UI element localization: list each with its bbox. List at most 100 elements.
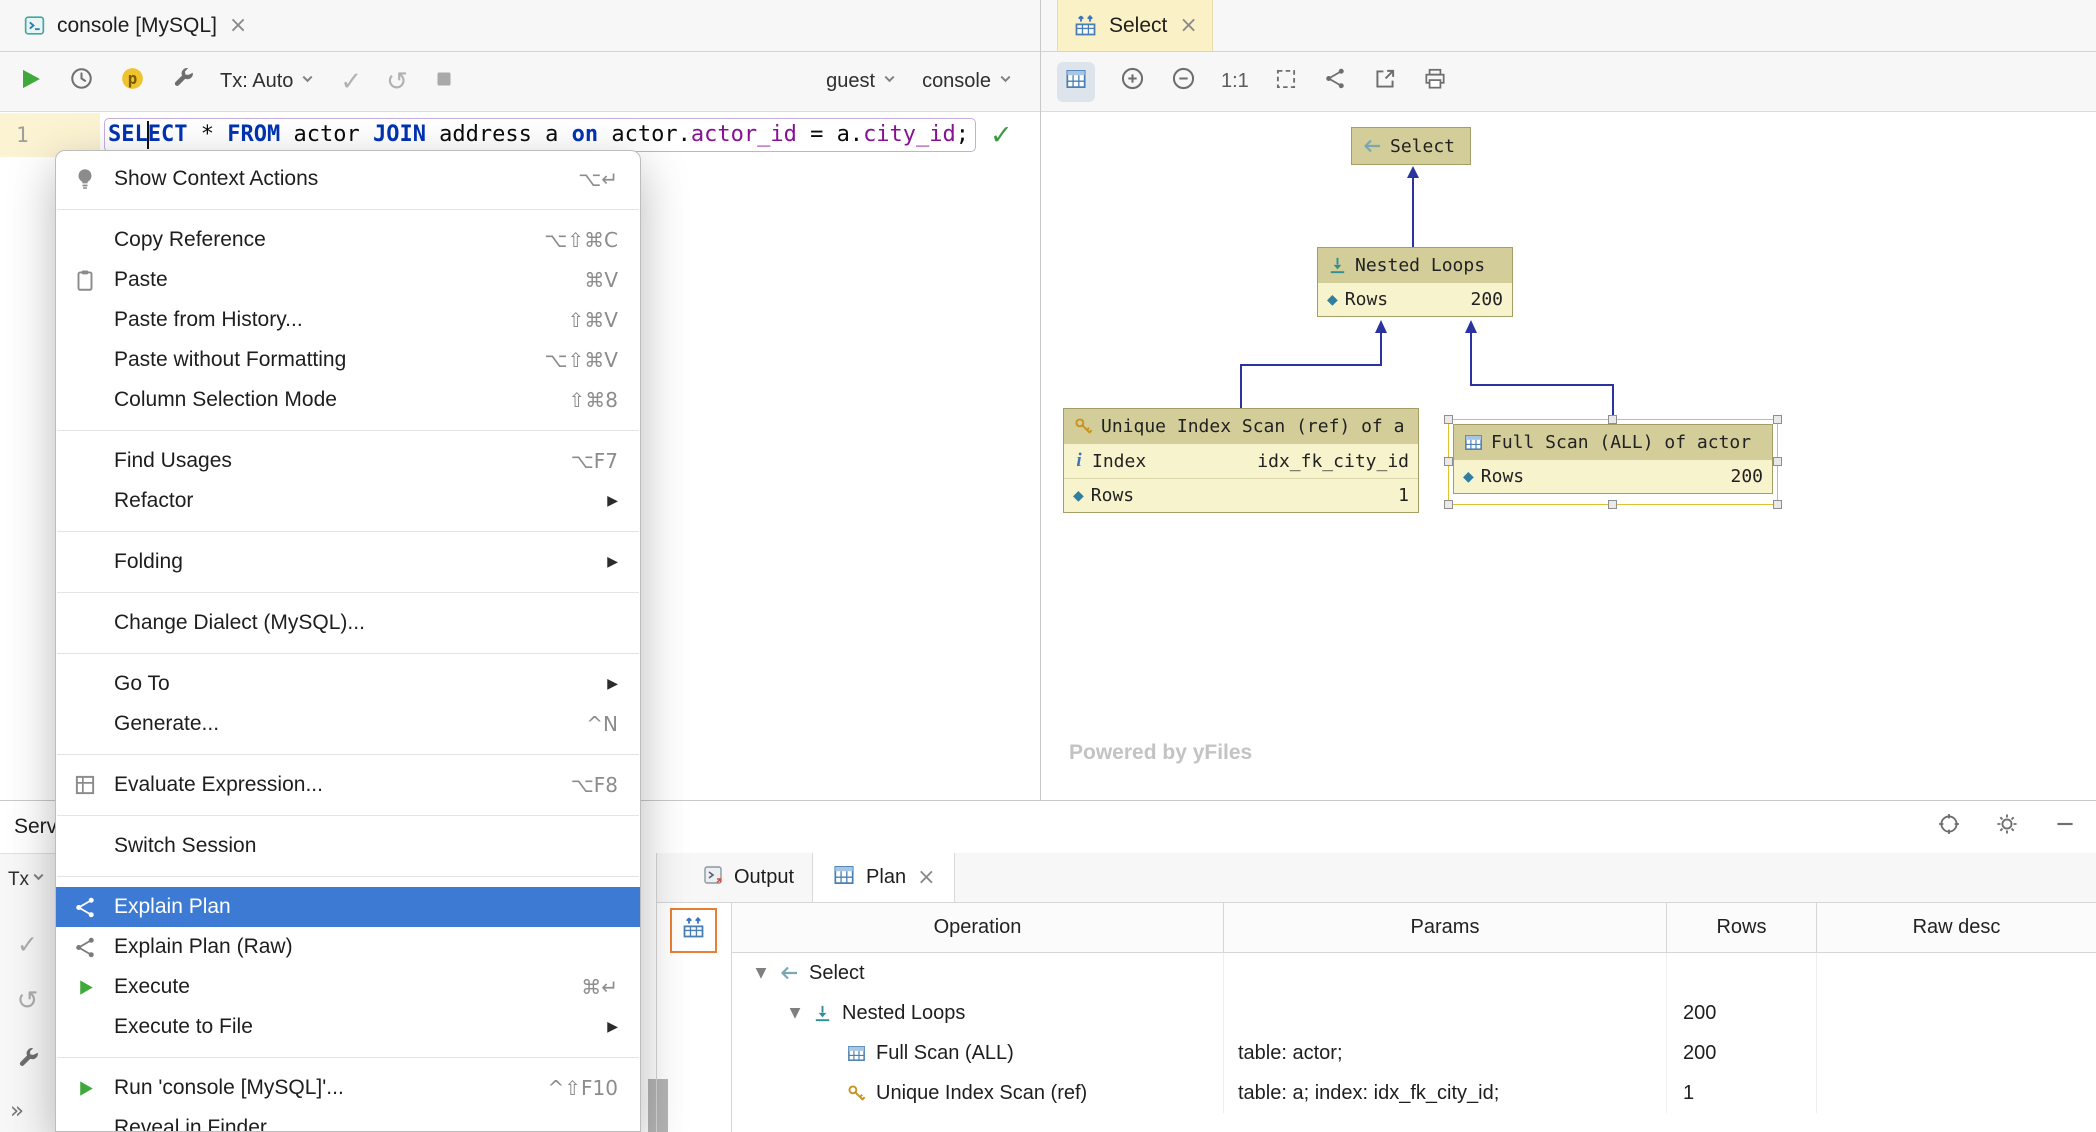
print-button[interactable] xyxy=(1422,66,1448,98)
menu-item-go-to[interactable]: Go To ▶ xyxy=(56,664,640,704)
menu-item-explain-plan[interactable]: Explain Plan xyxy=(56,887,640,927)
plan-node-select[interactable]: Select xyxy=(1351,127,1471,165)
menu-item-find-usages[interactable]: Find Usages ⌥F7 xyxy=(56,441,640,481)
expand-arrow-icon[interactable]: ▼ xyxy=(744,965,778,981)
table-grid-icon xyxy=(1063,66,1089,98)
menu-item-shortcut: ^⇧F10 xyxy=(547,1076,618,1100)
session-label: console xyxy=(922,70,991,92)
console-settings-button[interactable] xyxy=(170,66,196,98)
settings-button[interactable] xyxy=(1994,811,2020,843)
plan-node-unique-index-scan[interactable]: Unique Index Scan (ref) of a i Index idx… xyxy=(1063,408,1419,513)
apply-layout-button[interactable] xyxy=(1323,66,1348,97)
menu-item-change-dialect-mysql[interactable]: Change Dialect (MySQL)... xyxy=(56,603,640,643)
plan-table-row[interactable]: Full Scan (ALL) table: actor; 200 xyxy=(732,1033,2096,1073)
menu-item-shortcut: ⌥⇧⌘V xyxy=(544,348,619,372)
tab-select[interactable]: Select × xyxy=(1057,0,1213,51)
locate-button[interactable] xyxy=(1936,811,1962,843)
actual-size-button[interactable]: 1:1 xyxy=(1221,70,1249,93)
stop-button[interactable] xyxy=(432,67,456,97)
menu-item-paste-from-history[interactable]: Paste from History... ⇧⌘V xyxy=(56,300,640,340)
column-header-params[interactable]: Params xyxy=(1224,903,1667,952)
sql-statement[interactable]: SELECT * FROM actor JOIN address a on ac… xyxy=(104,118,977,152)
menu-item-copy-reference[interactable]: Copy Reference ⌥⇧⌘C xyxy=(56,220,640,260)
plan-table-row[interactable]: ▼ Select xyxy=(732,953,2096,993)
menu-item-folding[interactable]: Folding ▶ xyxy=(56,542,640,582)
column-header-operation[interactable]: Operation xyxy=(732,903,1224,952)
stop-icon xyxy=(432,67,456,97)
column-header-rows[interactable]: Rows xyxy=(1667,903,1817,952)
menu-item-label: Explain Plan xyxy=(114,895,231,918)
rollback-button[interactable]: ↺ xyxy=(386,67,408,97)
node-selection-box[interactable]: Full Scan (ALL) of actor ◆ Rows 200 xyxy=(1444,415,1782,509)
menu-item-column-selection-mode[interactable]: Column Selection Mode ⇧⌘8 xyxy=(56,380,640,420)
raw-desc-cell xyxy=(1817,1073,2096,1113)
menu-item-paste-without-formatting[interactable]: Paste without Formatting ⌥⇧⌘V xyxy=(56,340,640,380)
rollback-rail-button[interactable]: ↺ xyxy=(0,986,55,1016)
menu-item-explain-plan-raw[interactable]: Explain Plan (Raw) xyxy=(56,927,640,967)
selection-handle[interactable] xyxy=(1608,500,1617,509)
menu-item-evaluate-expression[interactable]: Evaluate Expression... ⌥F8 xyxy=(56,765,640,805)
run-icon xyxy=(56,976,114,999)
plan-diagram-canvas[interactable]: Select Nested Loops ◆ Rows 200 Unique In… xyxy=(1041,113,2096,800)
zoom-in-button[interactable] xyxy=(1119,65,1146,98)
tab-output[interactable]: Output xyxy=(683,853,812,902)
selection-handle[interactable] xyxy=(1608,415,1617,424)
selection-handle[interactable] xyxy=(1444,415,1453,424)
commit-rail-button[interactable]: ✓ xyxy=(0,930,55,959)
query-history-button[interactable] xyxy=(68,65,95,98)
submenu-arrow-icon: ▶ xyxy=(607,554,618,570)
export-image-button[interactable] xyxy=(1372,66,1398,98)
menu-item-execute-to-file[interactable]: Execute to File ▶ xyxy=(56,1007,640,1047)
menu-item-switch-session[interactable]: Switch Session xyxy=(56,826,640,866)
menu-item-show-context-actions[interactable]: Show Context Actions ⌥↵ xyxy=(56,159,640,199)
plan-table-row[interactable]: ▼ Nested Loops 200 xyxy=(732,993,2096,1033)
run-button[interactable] xyxy=(16,65,44,99)
close-icon[interactable]: × xyxy=(917,866,935,889)
plan-node-nested-loops[interactable]: Nested Loops ◆ Rows 200 xyxy=(1317,247,1513,317)
menu-separator xyxy=(57,876,639,877)
selection-handle[interactable] xyxy=(1444,457,1453,466)
session-dropdown[interactable]: console xyxy=(922,70,1014,93)
calculator-icon xyxy=(56,772,114,798)
plan-table-row[interactable]: Unique Index Scan (ref) table: a; index: … xyxy=(732,1073,2096,1113)
commit-button[interactable]: ✓ xyxy=(340,67,362,97)
print-icon xyxy=(1422,66,1448,98)
expand-arrow-icon[interactable]: ▼ xyxy=(778,1005,812,1021)
settings-rail-button[interactable] xyxy=(0,1046,55,1078)
chevron-down-icon xyxy=(997,70,1014,93)
menu-item-refactor[interactable]: Refactor ▶ xyxy=(56,481,640,521)
menu-item-shortcut: ⌘V xyxy=(584,268,618,292)
menu-item-run-console-mysql[interactable]: Run 'console [MySQL]'... ^⇧F10 xyxy=(56,1068,640,1108)
tab-console-mysql[interactable]: console [MySQL] × xyxy=(8,0,261,51)
show-visualization-button[interactable] xyxy=(670,908,717,953)
menu-item-reveal-in-finder[interactable]: Reveal in Finder xyxy=(56,1108,640,1131)
menu-separator xyxy=(57,209,639,210)
tx-mode-dropdown[interactable]: Tx: Auto xyxy=(220,70,316,93)
close-icon[interactable]: × xyxy=(1179,14,1197,37)
menu-item-execute[interactable]: Execute ⌘↵ xyxy=(56,967,640,1007)
console-output-panel: Output Plan × Operation Params Rows Raw des… xyxy=(656,853,2096,1132)
column-header-raw-desc[interactable]: Raw desc xyxy=(1817,903,2096,952)
selection-handle[interactable] xyxy=(1444,500,1453,509)
plan-node-full-scan[interactable]: Full Scan (ALL) of actor ◆ Rows 200 xyxy=(1453,424,1773,494)
menu-item-paste[interactable]: Paste ⌘V xyxy=(56,260,640,300)
selection-handle[interactable] xyxy=(1773,457,1782,466)
close-icon[interactable]: × xyxy=(229,14,247,37)
schema-dropdown[interactable]: guest xyxy=(826,70,898,93)
zoom-out-button[interactable] xyxy=(1170,65,1197,98)
rows-label: Rows xyxy=(1480,466,1525,487)
info-icon: i xyxy=(1076,450,1082,471)
tab-plan[interactable]: Plan × xyxy=(812,853,955,902)
more-chevrons[interactable]: » xyxy=(10,1098,24,1124)
menu-item-label: Change Dialect (MySQL)... xyxy=(114,611,365,634)
minimize-button[interactable] xyxy=(2052,811,2078,843)
tx-rail-dropdown[interactable]: Tx xyxy=(0,868,55,891)
selection-handle[interactable] xyxy=(1773,415,1782,424)
menu-item-generate[interactable]: Generate... ^N xyxy=(56,704,640,744)
fit-content-button[interactable] xyxy=(1273,66,1299,98)
index-key-icon xyxy=(846,1083,867,1104)
selection-handle[interactable] xyxy=(1773,500,1782,509)
grid-view-button[interactable] xyxy=(1057,61,1095,102)
parameters-button[interactable]: p xyxy=(119,65,146,98)
diagram-toolbar: 1:1 xyxy=(1041,52,2096,112)
